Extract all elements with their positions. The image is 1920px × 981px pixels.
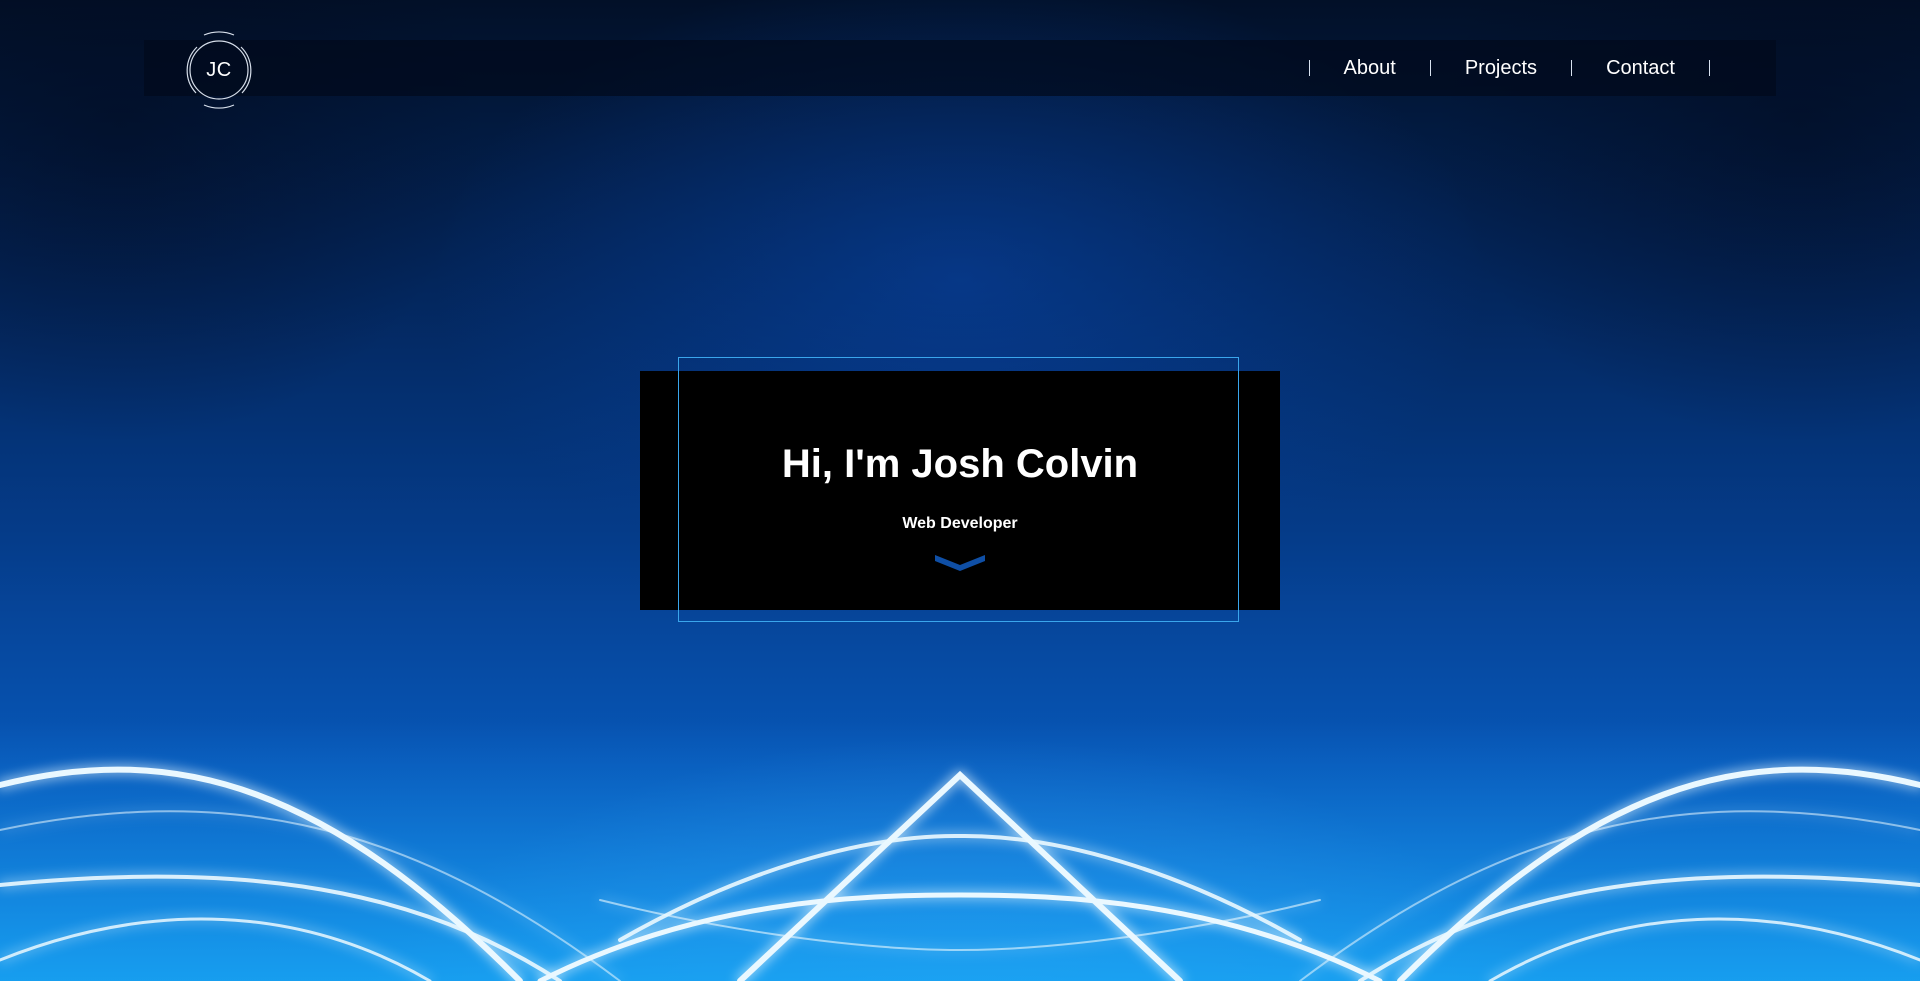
page: JC About Projects Contact Hi, I'm Josh C…: [0, 0, 1920, 981]
hero-title: Hi, I'm Josh Colvin: [781, 442, 1139, 486]
chevron-down-icon: [935, 555, 985, 571]
nav-link-contact[interactable]: Contact: [1572, 40, 1709, 96]
scroll-down-button[interactable]: [934, 553, 986, 573]
nav-link-projects[interactable]: Projects: [1431, 40, 1571, 96]
main-nav: About Projects Contact: [1308, 40, 1710, 96]
site-logo[interactable]: JC: [178, 29, 260, 111]
nav-separator: [1709, 60, 1710, 76]
nav-link-about[interactable]: About: [1310, 40, 1430, 96]
logo-text: JC: [206, 59, 232, 81]
hero-subtitle: Web Developer: [902, 515, 1018, 532]
